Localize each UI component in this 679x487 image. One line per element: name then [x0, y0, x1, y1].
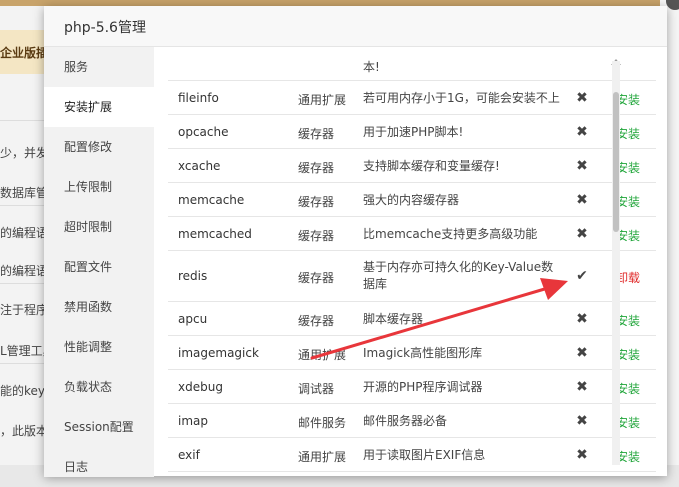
- extension-desc: 基于内存亦可持久化的Key-Value数据库: [363, 260, 554, 291]
- extension-name: redis: [178, 269, 208, 283]
- extension-type: 调试器: [298, 382, 335, 396]
- dialog-title: php-5.6管理: [64, 20, 146, 36]
- extension-desc: 支持脚本缓存和变量缓存!: [363, 159, 500, 173]
- extension-name: opcache: [178, 125, 229, 139]
- extension-type: 通用扩展: [298, 93, 347, 107]
- extension-desc: 脚本缓存器: [363, 312, 424, 326]
- x-icon: ✖: [576, 311, 588, 327]
- php-manager-dialog: php-5.6管理 服务 安装扩展 配置修改 上传限制 超时限制 配置文件 禁用…: [44, 6, 667, 477]
- x-icon: ✖: [576, 124, 588, 140]
- table-row: xcache 缓存器 支持脚本缓存和变量缓存! ✖ 安装: [168, 149, 656, 183]
- extension-desc: 本!: [363, 60, 380, 74]
- extension-name: exif: [178, 448, 200, 462]
- extension-type: 通用扩展: [298, 348, 347, 362]
- background-text: 少，并发: [0, 146, 44, 160]
- sidebar-item-load-status[interactable]: 负载状态: [44, 367, 154, 407]
- background-text: 数据库管: [0, 186, 44, 200]
- table-row: opcache 缓存器 用于加速PHP脚本! ✖ 安装: [168, 115, 656, 149]
- extension-desc: 用于读取图片EXIF信息: [363, 448, 486, 462]
- extension-name: xdebug: [178, 380, 223, 394]
- extension-name: imagemagick: [178, 346, 259, 360]
- extension-type: 缓存器: [298, 314, 335, 328]
- sidebar-item-disabled-functions[interactable]: 禁用函数: [44, 287, 154, 327]
- x-icon: ✖: [576, 90, 588, 106]
- table-row: imap 邮件服务 邮件服务器必备 ✖ 安装: [168, 404, 656, 438]
- table-row: memcached 缓存器 比memcache支持更多高级功能 ✖ 安装: [168, 217, 656, 251]
- extension-name: fileinfo: [178, 91, 219, 105]
- background-text: 能的key-v: [0, 384, 44, 398]
- divider: [0, 363, 44, 364]
- extensions-panel: 本! fileinfo 通用扩展 若可用内存小于1G，可能会安装不上 ✖ 安装 …: [154, 47, 667, 477]
- scrollbar-thumb[interactable]: [613, 92, 619, 232]
- sidebar-item-logs[interactable]: 日志: [44, 447, 154, 487]
- sidebar-item-performance[interactable]: 性能调整: [44, 327, 154, 367]
- table-row: 本!: [168, 47, 656, 81]
- extension-name: imap: [178, 414, 208, 428]
- extension-name: apcu: [178, 312, 208, 326]
- extension-desc: 用于加速PHP脚本!: [363, 125, 464, 139]
- extension-type: 通用扩展: [298, 450, 347, 464]
- divider: [0, 283, 44, 284]
- background-text: 注于程序: [0, 303, 44, 317]
- extension-desc: 比memcache支持更多高级功能: [363, 227, 538, 241]
- extension-type: 邮件服务: [298, 416, 347, 430]
- x-icon: ✖: [576, 158, 588, 174]
- extension-type: 缓存器: [298, 161, 335, 175]
- extension-desc: 强大的内容缓存器: [363, 193, 460, 207]
- table-row: xdebug 调试器 开源的PHP程序调试器 ✖ 安装: [168, 370, 656, 404]
- x-icon: ✖: [576, 345, 588, 361]
- sidebar-item-timeout-limit[interactable]: 超时限制: [44, 207, 154, 247]
- extension-type: 缓存器: [298, 271, 335, 285]
- sidebar-item-config-edit[interactable]: 配置修改: [44, 127, 154, 167]
- x-icon: ✖: [576, 226, 588, 242]
- sidebar-item-upload-limit[interactable]: 上传限制: [44, 167, 154, 207]
- sidebar: 服务 安装扩展 配置修改 上传限制 超时限制 配置文件 禁用函数 性能调整 负载…: [44, 47, 154, 477]
- table-row: apcu 缓存器 脚本缓存器 ✖ 安装: [168, 302, 656, 336]
- table-row: redis 缓存器 基于内存亦可持久化的Key-Value数据库 ✔ 卸载: [168, 251, 656, 302]
- dialog-title-bar: php-5.6管理: [44, 6, 667, 47]
- extension-name: memcache: [178, 193, 245, 207]
- background-banner: 企业版插: [0, 30, 48, 74]
- x-icon: ✖: [576, 413, 588, 429]
- background-text: ，此版本: [0, 424, 44, 438]
- background-banner-text: 企业版插: [0, 46, 49, 60]
- sidebar-item-service[interactable]: 服务: [44, 47, 154, 87]
- extension-name: memcached: [178, 227, 252, 241]
- background-text: 的编程语: [0, 226, 44, 240]
- extension-desc: 邮件服务器必备: [363, 414, 448, 428]
- sidebar-item-config-file[interactable]: 配置文件: [44, 247, 154, 287]
- extension-type: 缓存器: [298, 195, 335, 209]
- divider: [0, 205, 44, 206]
- sidebar-item-install-extensions[interactable]: 安装扩展: [44, 87, 154, 127]
- table-row: exif 通用扩展 用于读取图片EXIF信息 ✖ 安装: [168, 438, 656, 472]
- background-text: L管理工具: [0, 344, 44, 358]
- check-icon: ✔: [576, 268, 588, 284]
- table-row: imagemagick 通用扩展 Imagick高性能图形库 ✖ 安装: [168, 336, 656, 370]
- extension-desc: Imagick高性能图形库: [363, 346, 483, 360]
- background-text: 的编程语: [0, 264, 44, 278]
- extension-desc: 开源的PHP程序调试器: [363, 380, 483, 394]
- extension-name: xcache: [178, 159, 221, 173]
- table-row: memcache 缓存器 强大的内容缓存器 ✖ 安装: [168, 183, 656, 217]
- extension-type: 缓存器: [298, 229, 335, 243]
- extension-type: 缓存器: [298, 127, 335, 141]
- x-icon: ✖: [576, 447, 588, 463]
- extension-desc: 若可用内存小于1G，可能会安装不上: [363, 91, 560, 105]
- divider: [0, 120, 44, 121]
- sidebar-item-session-config[interactable]: Session配置: [44, 407, 154, 447]
- x-icon: ✖: [576, 379, 588, 395]
- table-row: fileinfo 通用扩展 若可用内存小于1G，可能会安装不上 ✖ 安装: [168, 81, 656, 115]
- x-icon: ✖: [576, 192, 588, 208]
